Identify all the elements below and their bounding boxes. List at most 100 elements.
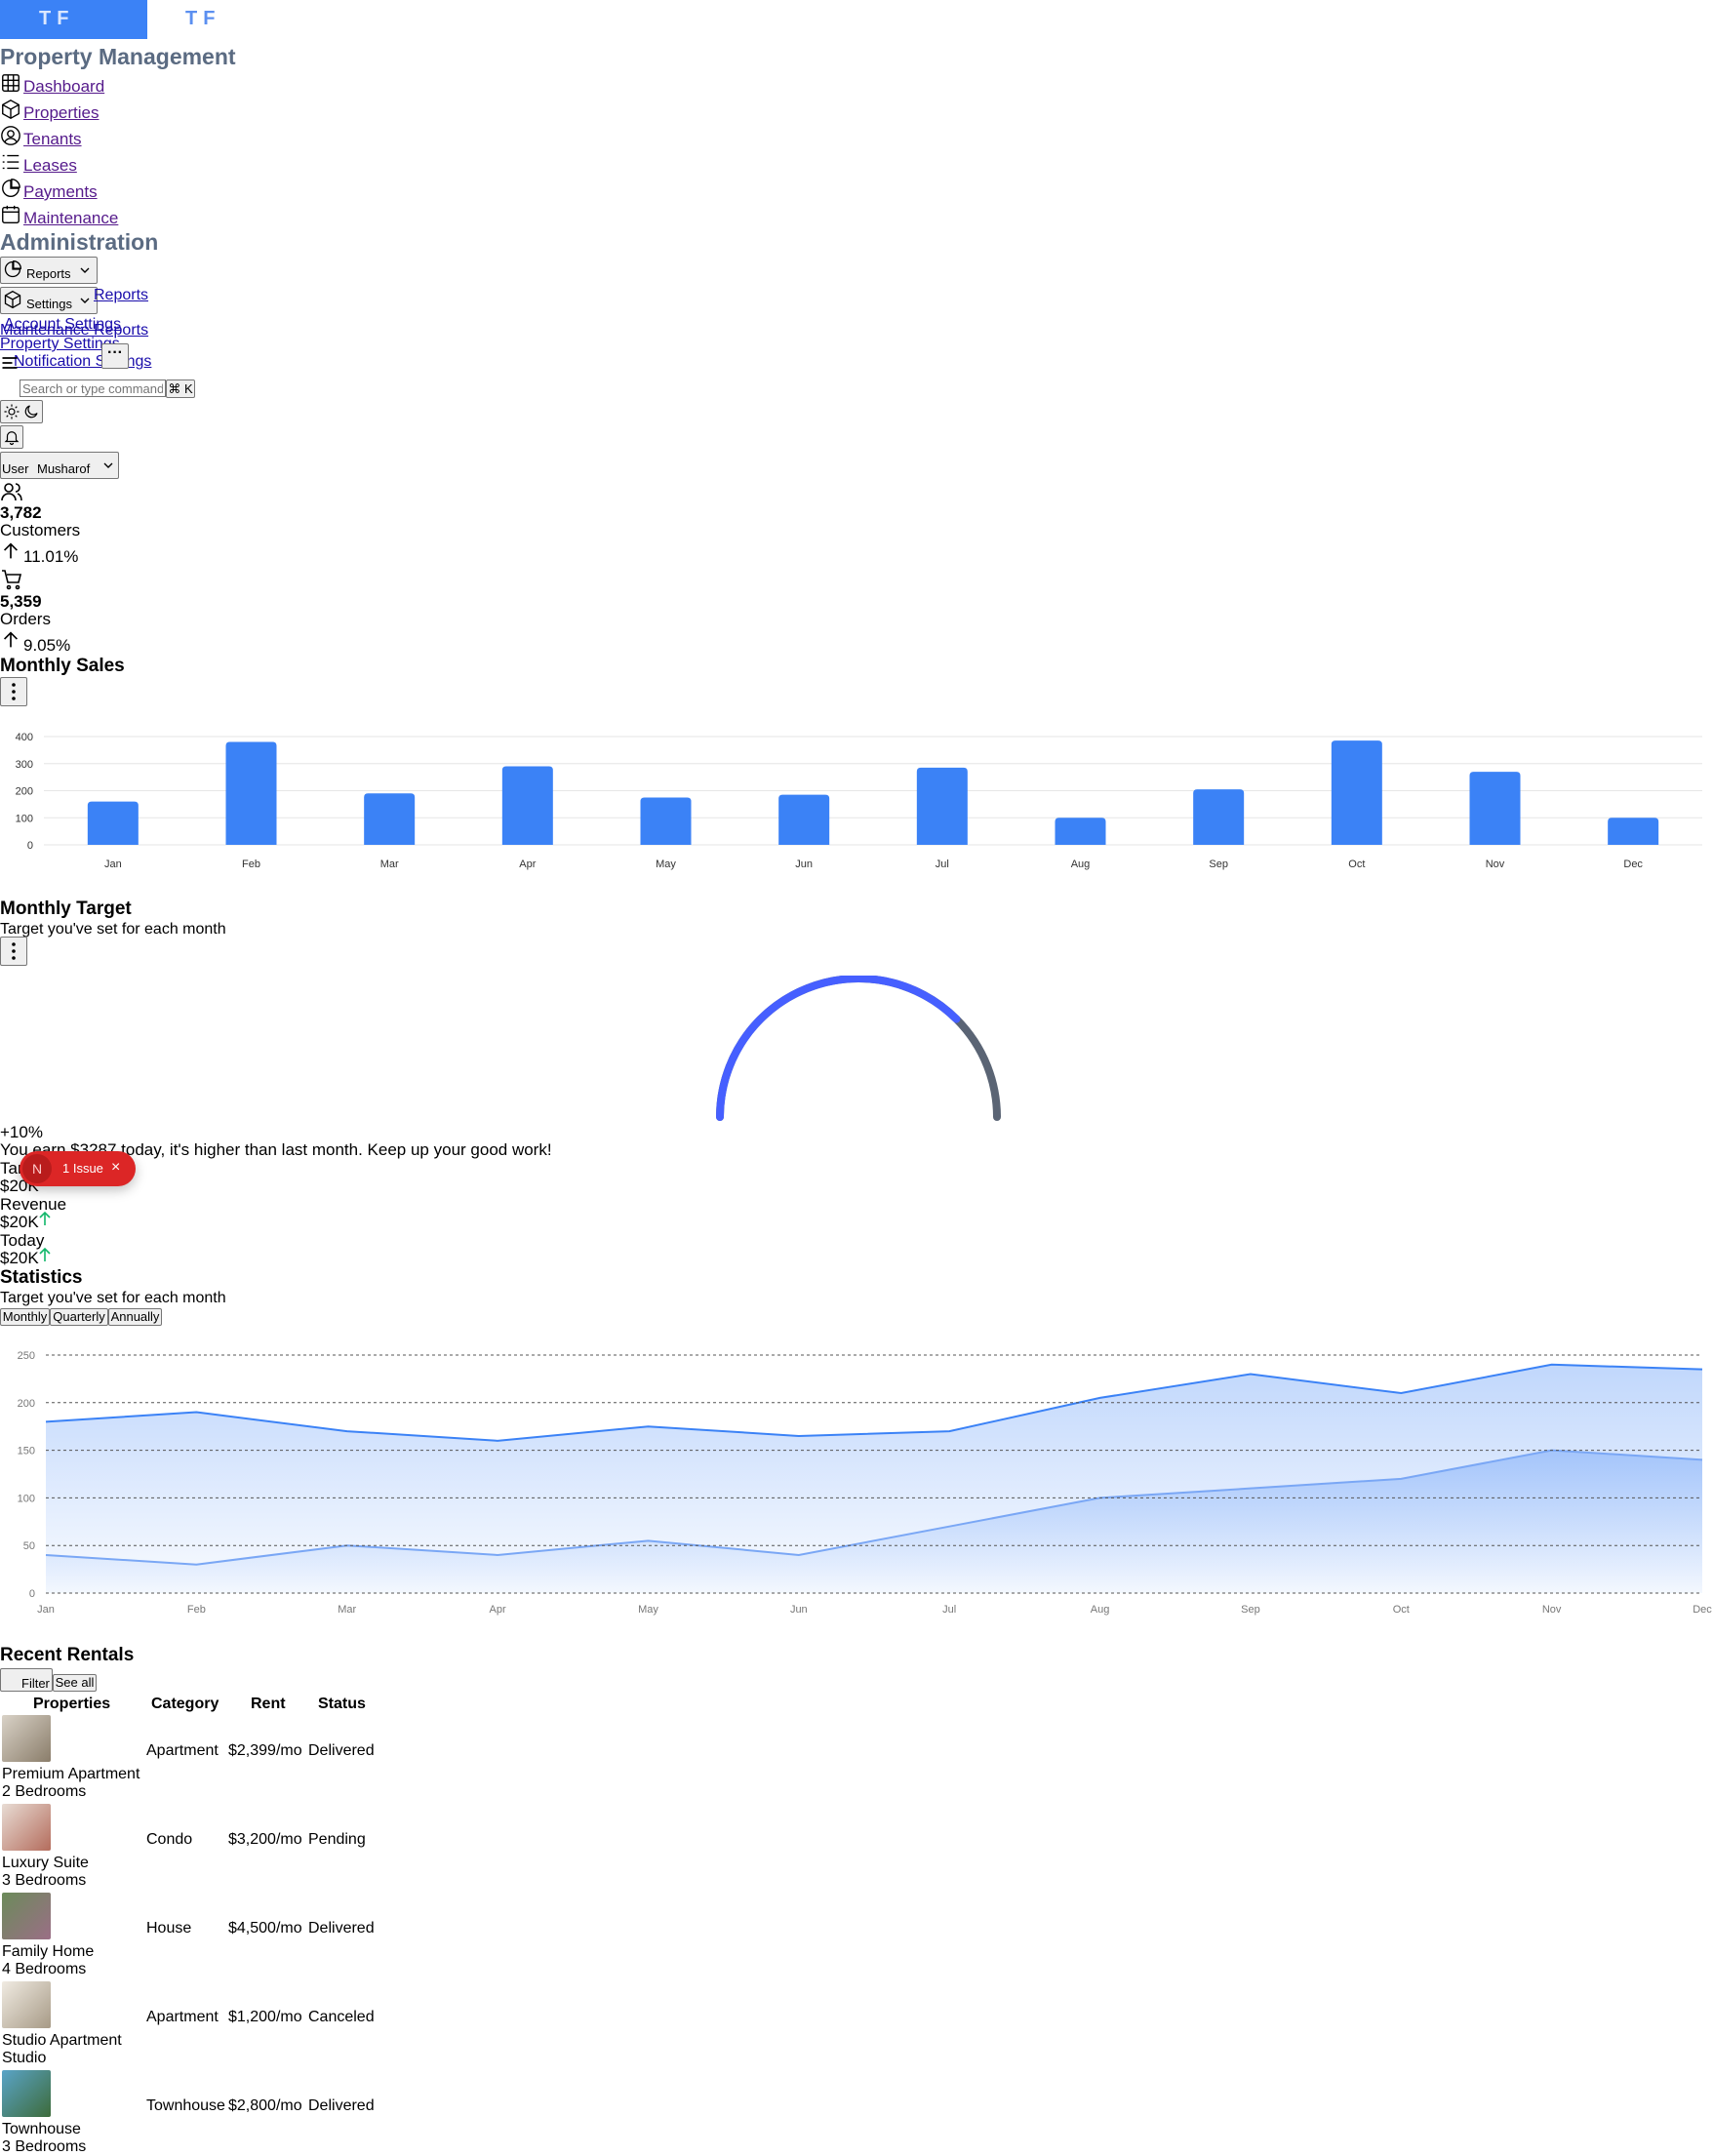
bell-icon [3, 428, 20, 449]
x-tick-label: May [656, 858, 676, 870]
tab-monthly[interactable]: Monthly [0, 1308, 50, 1326]
logo-dark: TF [185, 8, 221, 29]
property-status: Delivered [308, 1920, 375, 1936]
menu-toggle-icon[interactable] [0, 353, 20, 378]
monthly-sales-menu-button[interactable] [0, 677, 27, 706]
filter-button[interactable]: Filter [0, 1668, 53, 1692]
nav-item-properties[interactable]: Properties [23, 103, 99, 123]
property-status: Pending [308, 1831, 366, 1848]
orders-value: 5,359 [0, 592, 42, 611]
see-all-button[interactable]: See all [53, 1674, 97, 1692]
calendar-icon [0, 204, 21, 225]
close-icon[interactable]: × [111, 1159, 120, 1177]
property-name: Townhouse [2, 2121, 81, 2137]
target-change: +10% [0, 1123, 43, 1141]
property-subtitle: Studio [2, 2050, 47, 2066]
notification-button[interactable] [0, 425, 23, 449]
more-vertical-icon [5, 682, 22, 704]
y-tick-label: 50 [23, 1540, 35, 1552]
nav-item-leases[interactable]: Leases [23, 156, 77, 176]
bar-may[interactable] [640, 797, 692, 845]
tab-quarterly[interactable]: Quarterly [50, 1308, 108, 1326]
x-tick-label: Jan [37, 1604, 55, 1616]
more-button[interactable]: ··· [101, 343, 129, 369]
header-status: Status [318, 1696, 366, 1712]
reports-label: Reports [26, 266, 71, 281]
user-circle-icon [0, 125, 21, 146]
search-input[interactable] [20, 379, 166, 397]
moon-icon [22, 403, 40, 423]
bar-oct[interactable] [1331, 740, 1382, 845]
property-subtitle: 4 Bedrooms [2, 1961, 87, 1977]
x-tick-label: May [638, 1604, 658, 1616]
property-rent: $2,800/mo [228, 2097, 302, 2114]
x-tick-label: Mar [380, 858, 399, 870]
y-tick-label: 200 [16, 786, 33, 798]
user-name: Musharof [37, 461, 91, 476]
logo[interactable]: TF [0, 0, 147, 39]
pie-icon [3, 260, 22, 282]
property-thumbnail [2, 1715, 51, 1762]
bar-aug[interactable] [1055, 818, 1106, 845]
property-name: Studio Apartment [2, 2032, 122, 2049]
arrow-up-icon [0, 540, 21, 567]
nav-item-payments[interactable]: Payments [23, 182, 98, 202]
shortcut-button[interactable]: ⌘ K [166, 379, 195, 398]
settings-label: Settings [26, 297, 72, 311]
bar-mar[interactable] [364, 793, 416, 845]
orders-label: Orders [0, 610, 51, 628]
user-menu-button[interactable]: User Musharof [0, 452, 119, 479]
header-rent: Rent [251, 1696, 286, 1712]
x-tick-label: Oct [1393, 1604, 1410, 1616]
y-tick-label: 400 [16, 732, 33, 743]
property-status: Delivered [308, 2097, 375, 2114]
monthly-sales-chart: 0 100 200 300 400 Jan Feb Mar Apr May Jun Jul Aug Sep… [16, 732, 1702, 870]
target-gauge [716, 976, 1001, 1121]
x-tick-label: Dec [1693, 1604, 1712, 1616]
bar-dec[interactable] [1608, 818, 1659, 845]
y-tick-label: 300 [16, 759, 33, 771]
sun-icon [3, 403, 20, 423]
x-tick-label: Feb [187, 1604, 206, 1616]
bar-jun[interactable] [778, 794, 830, 845]
y-tick-label: 150 [18, 1446, 35, 1457]
y-tick-label: 250 [18, 1350, 35, 1362]
tab-annually[interactable]: Annually [108, 1308, 162, 1326]
property-thumbnail [2, 1893, 51, 1939]
bar-nov[interactable] [1469, 772, 1521, 845]
chevron-down-icon [77, 262, 93, 281]
settings-dropdown[interactable]: Settings [0, 287, 98, 314]
bar-feb[interactable] [225, 741, 277, 845]
monthly-target-title: Monthly Target [0, 898, 132, 919]
property-status: Delivered [308, 1742, 375, 1759]
nav-item-dashboard[interactable]: Dashboard [23, 77, 104, 97]
customers-label: Customers [0, 521, 81, 539]
reports-dropdown[interactable]: Reports [0, 257, 98, 284]
revenue-value: $20K [0, 1213, 39, 1231]
arrow-up-green-icon [39, 1247, 51, 1267]
customers-value: 3,782 [0, 503, 42, 522]
list-icon [0, 151, 21, 173]
rentals-title: Recent Rentals [0, 1645, 135, 1665]
reports-link[interactable]: Reports [94, 287, 148, 304]
theme-toggle-button[interactable] [0, 400, 43, 423]
issue-badge[interactable]: N 1 Issue × [20, 1151, 136, 1186]
arrow-up-icon [0, 629, 21, 656]
x-tick-label: Jun [795, 858, 813, 870]
notification-settings-link[interactable]: Notification Settings [14, 353, 151, 371]
monthly-target-menu-button[interactable] [0, 937, 27, 966]
property-category: House [146, 1920, 192, 1936]
x-tick-label: Aug [1071, 858, 1091, 870]
bar-apr[interactable] [501, 766, 553, 845]
x-tick-label: Apr [490, 1604, 506, 1616]
x-tick-label: Sep [1209, 858, 1228, 870]
bar-sep[interactable] [1193, 789, 1245, 845]
header-properties: Properties [33, 1696, 111, 1712]
header-category: Category [151, 1696, 219, 1712]
x-tick-label: Nov [1486, 858, 1505, 870]
x-tick-label: Aug [1091, 1604, 1110, 1616]
bar-jul[interactable] [916, 767, 968, 845]
nav-item-tenants[interactable]: Tenants [23, 130, 82, 149]
bar-jan[interactable] [87, 801, 139, 845]
nav-item-maintenance[interactable]: Maintenance [23, 209, 118, 228]
